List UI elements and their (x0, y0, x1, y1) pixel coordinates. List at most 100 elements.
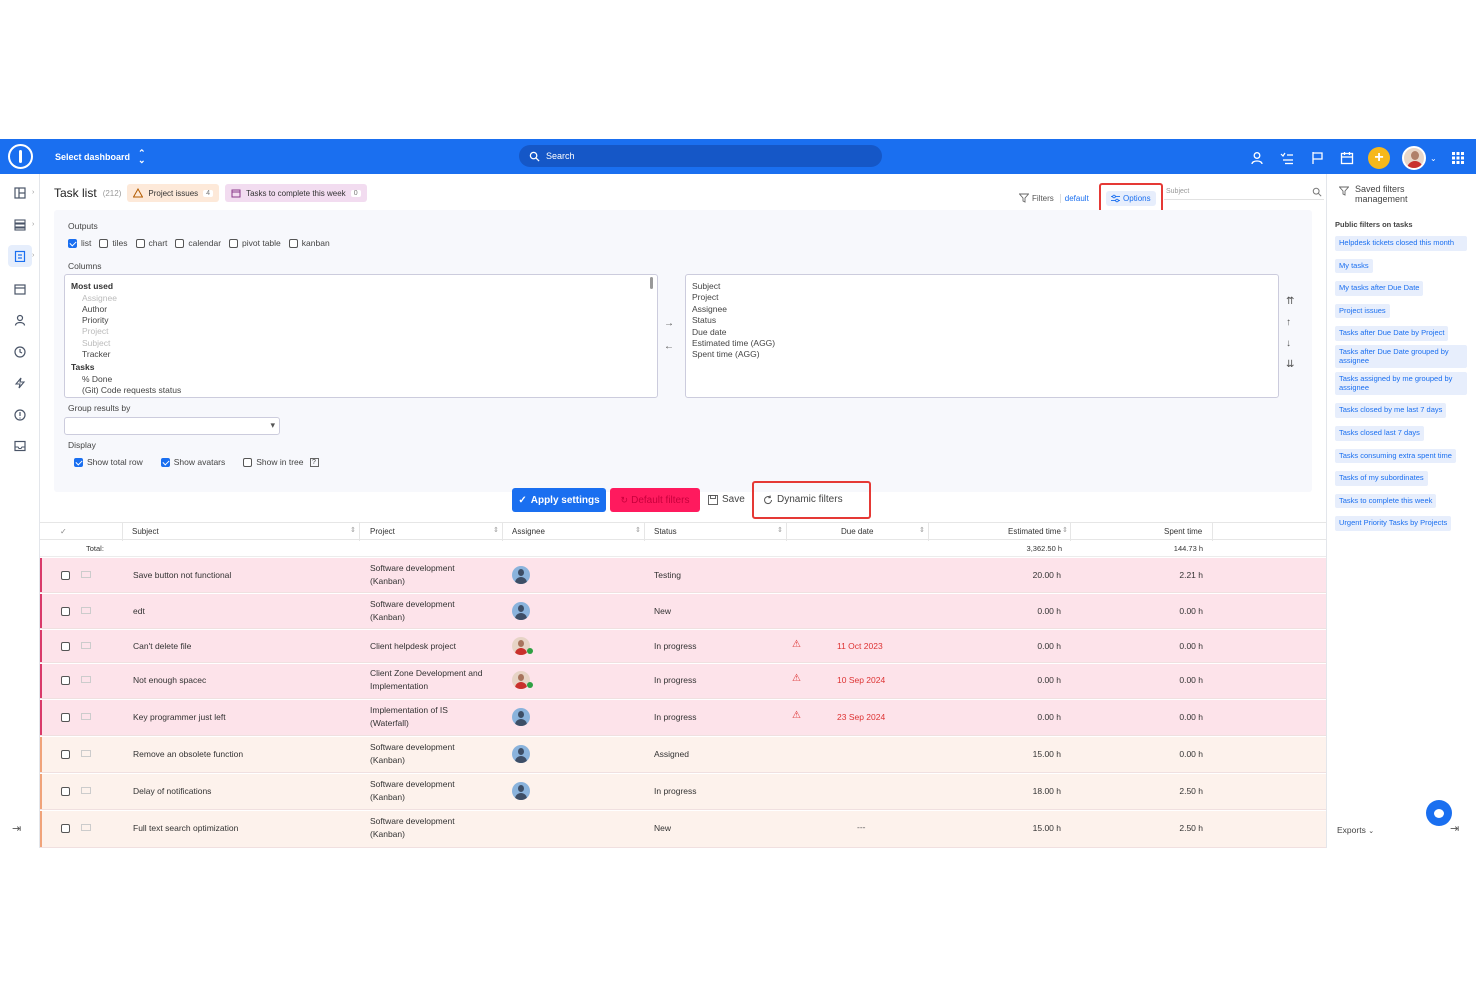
apply-settings-button[interactable]: ✓ Apply settings (512, 488, 606, 512)
search-icon[interactable] (1312, 187, 1322, 197)
saved-filter-item[interactable]: My tasks (1335, 258, 1373, 274)
default-filters-button[interactable]: ↻ Default filters (610, 488, 700, 512)
row-checkbox[interactable] (61, 787, 70, 796)
saved-filter-item[interactable]: Tasks after Due Date by Project (1335, 326, 1449, 341)
exports-button[interactable]: Exports ⌄ (1337, 825, 1374, 835)
column-header-subject[interactable]: Subject (132, 527, 159, 536)
column-header-spent-time[interactable]: Spent time (1164, 527, 1202, 536)
arrow-right-icon[interactable]: → (664, 318, 674, 329)
selected-column[interactable]: Estimated time (AGG) (692, 338, 1272, 349)
selected-column[interactable]: Subject (692, 281, 1272, 292)
checkbox[interactable] (229, 238, 239, 248)
row-project[interactable]: Software development (370, 742, 455, 752)
row-subject[interactable]: Save button not functional (133, 570, 231, 580)
column-option[interactable]: (Git) Code requests status (71, 385, 651, 396)
selected-column[interactable]: Assignee (692, 304, 1272, 315)
dynamic-filters-button[interactable]: Dynamic filters (763, 494, 843, 505)
task-list-icon[interactable] (1278, 148, 1296, 168)
checkbox[interactable] (288, 238, 298, 248)
checkbox[interactable] (160, 457, 170, 467)
table-row[interactable]: Delay of notifications Software developm… (40, 774, 1326, 810)
output-kanban-checkbox[interactable]: kanban (288, 238, 330, 248)
saved-filter-item[interactable]: Tasks of my subordinates (1335, 471, 1428, 486)
checkbox[interactable] (74, 457, 83, 467)
column-header-project[interactable]: Project (370, 527, 395, 536)
filters-button[interactable]: Filters (1019, 193, 1054, 203)
avatar[interactable] (512, 782, 530, 800)
sort-icon[interactable]: ⇕ (635, 526, 641, 534)
column-header-estimated-time[interactable]: Estimated time (1008, 527, 1061, 536)
sort-icon[interactable]: ⇕ (777, 526, 783, 534)
table-row[interactable]: Save button not functional Software deve… (40, 558, 1326, 593)
chat-icon[interactable] (1426, 800, 1452, 826)
list-icon[interactable] (8, 214, 32, 236)
save-button[interactable]: Save (708, 494, 745, 505)
selected-column[interactable]: Spent time (AGG) (692, 349, 1272, 360)
chip-tasks-this-week[interactable]: Tasks to complete this week 0 (225, 184, 367, 202)
row-subject[interactable]: Can't delete file (133, 641, 191, 651)
saved-filter-item[interactable]: Tasks closed by me last 7 days (1335, 403, 1447, 418)
available-columns-list[interactable]: Most used Assignee Author Priority Proje… (64, 274, 658, 398)
row-project[interactable]: Software development (370, 816, 455, 826)
column-header-status[interactable]: Status (654, 527, 677, 536)
info-icon[interactable] (8, 404, 32, 426)
avatar[interactable] (512, 745, 530, 763)
column-option[interactable]: Tracker (71, 349, 651, 360)
chip-project-issues[interactable]: Project issues 4 (127, 184, 220, 202)
row-subject[interactable]: Key programmer just left (133, 712, 226, 722)
checkbox[interactable] (68, 238, 77, 248)
output-chart-checkbox[interactable]: chart (135, 238, 167, 248)
move-up-icon[interactable]: ↑ (1286, 317, 1294, 328)
table-row[interactable]: Full text search optimization Software d… (40, 811, 1326, 848)
row-checkbox[interactable] (61, 642, 70, 651)
table-row[interactable]: Key programmer just left Implementation … (40, 700, 1326, 736)
row-checkbox[interactable] (61, 824, 70, 833)
global-search[interactable]: Search (519, 145, 882, 167)
avatar[interactable] (512, 602, 530, 620)
tasks-icon[interactable] (8, 245, 32, 267)
row-subject[interactable]: edt (133, 606, 145, 616)
column-header-due-date[interactable]: Due date (841, 527, 873, 536)
user-menu[interactable]: ⌄ (1402, 146, 1437, 170)
selected-column[interactable]: Due date (692, 327, 1272, 338)
saved-filter-item[interactable]: My tasks after Due Date (1335, 281, 1424, 296)
table-row[interactable]: Not enough spacec Client Zone Developmen… (40, 664, 1326, 699)
move-top-icon[interactable]: ⇈ (1286, 296, 1294, 307)
show-in-tree-checkbox[interactable]: Show in tree? (243, 457, 319, 467)
row-checkbox[interactable] (61, 713, 70, 722)
sort-icon[interactable]: ⇕ (350, 526, 356, 534)
column-option[interactable]: % Done (71, 374, 651, 385)
checkbox[interactable] (135, 238, 145, 248)
selected-column[interactable]: Status (692, 315, 1272, 326)
default-filter-link[interactable]: default (1059, 193, 1093, 203)
saved-filter-item[interactable]: Helpdesk tickets closed this month (1335, 236, 1467, 251)
row-checkbox[interactable] (61, 750, 70, 759)
user-icon[interactable] (8, 309, 32, 331)
lightning-icon[interactable] (8, 372, 32, 394)
output-list-checkbox[interactable]: list (68, 238, 91, 248)
dashboard-icon[interactable] (8, 182, 32, 204)
row-subject[interactable]: Remove an obsolete function (133, 749, 243, 759)
output-tiles-checkbox[interactable]: tiles (99, 238, 128, 248)
expand-menu-icon[interactable]: ⇥ (12, 822, 21, 835)
saved-filter-item[interactable]: Tasks assigned by me grouped by assignee (1335, 372, 1467, 396)
row-project[interactable]: Software development (370, 599, 455, 609)
table-row[interactable]: edt Software development (Kanban) New 0.… (40, 594, 1326, 629)
clock-icon[interactable] (8, 341, 32, 363)
arrow-left-icon[interactable]: ← (664, 341, 674, 352)
show-total-row-checkbox[interactable]: Show total row (74, 457, 143, 467)
saved-filter-item[interactable]: Tasks to complete this week (1335, 493, 1437, 509)
row-subject[interactable]: Full text search optimization (133, 823, 238, 833)
group-by-select[interactable] (64, 417, 280, 435)
saved-filter-item[interactable]: Tasks after Due Date grouped by assignee (1335, 344, 1467, 369)
table-row[interactable]: Remove an obsolete function Software dev… (40, 737, 1326, 773)
column-option[interactable]: Author (71, 304, 651, 315)
row-subject[interactable]: Not enough spacec (133, 675, 206, 685)
output-pivot-checkbox[interactable]: pivot table (229, 238, 281, 248)
calendar-icon[interactable] (8, 278, 32, 300)
column-header-assignee[interactable]: Assignee (512, 527, 545, 536)
row-project[interactable]: Client Zone Development and (370, 668, 482, 678)
app-logo[interactable] (8, 144, 33, 169)
saved-filter-item[interactable]: Project issues (1335, 303, 1390, 319)
sort-icon[interactable]: ⇕ (919, 526, 925, 534)
